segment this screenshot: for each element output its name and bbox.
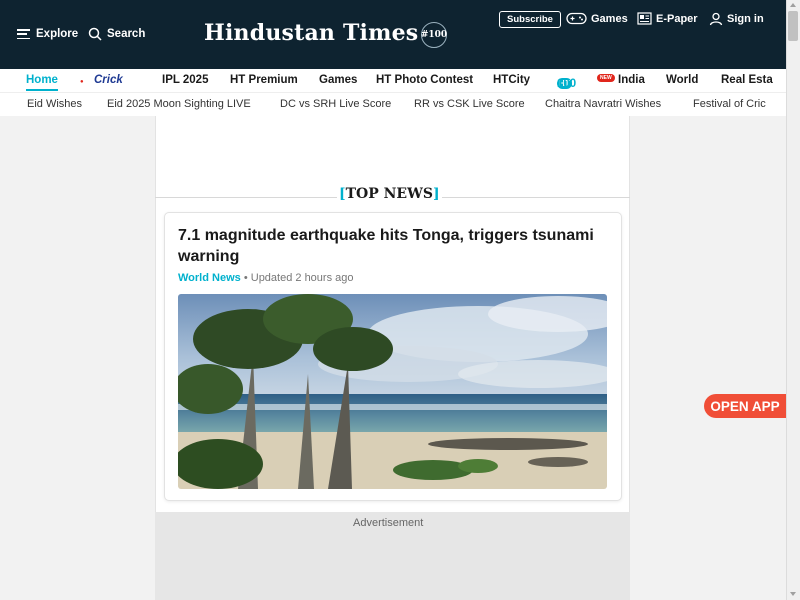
- trending-item[interactable]: DC vs SRH Live Score: [280, 98, 391, 110]
- nav-item-home[interactable]: Home: [26, 74, 58, 91]
- nav-item-cricket[interactable]: Crick: [94, 74, 123, 86]
- logo-anniversary-badge: #100: [421, 22, 447, 48]
- nav-item-ht-photo-contest[interactable]: HT Photo Contest: [376, 74, 473, 86]
- article-updated-time: Updated 2 hours ago: [250, 272, 354, 284]
- nav-item-world[interactable]: World: [666, 74, 698, 86]
- newspaper-icon: [637, 12, 652, 25]
- scrollbar-track[interactable]: [786, 0, 800, 600]
- site-logo[interactable]: Hindustan Times: [204, 20, 418, 46]
- cricket-ball-icon: ●: [80, 79, 84, 85]
- signin-label: Sign in: [727, 13, 764, 25]
- gamepad-icon: [566, 12, 587, 25]
- nav-item-htcity[interactable]: HTCity: [493, 74, 530, 86]
- search-label: Search: [107, 28, 146, 40]
- search-button[interactable]: Search: [88, 27, 145, 41]
- scroll-down-arrow-icon[interactable]: [790, 592, 796, 596]
- games-link[interactable]: Games: [566, 12, 628, 25]
- trending-item[interactable]: Festival of Cric: [693, 98, 766, 110]
- bracket-open: [: [339, 186, 346, 202]
- explore-menu-button[interactable]: Explore: [17, 28, 78, 40]
- scrollbar-thumb[interactable]: [788, 11, 798, 41]
- scroll-up-arrow-icon[interactable]: [790, 3, 796, 7]
- site-header: Explore Search Hindustan Times #100 Subs…: [0, 0, 786, 69]
- user-icon: [709, 12, 723, 26]
- new-badge: NEW: [597, 74, 615, 82]
- top-news-label: TOP NEWS: [345, 186, 433, 202]
- nav-item-ipl-2025[interactable]: IPL 2025: [162, 74, 208, 86]
- advertisement-label: Advertisement: [353, 517, 424, 529]
- nav-item-games[interactable]: Games: [319, 74, 357, 86]
- subscribe-button[interactable]: Subscribe: [499, 11, 561, 28]
- article-headline[interactable]: 7.1 magnitude earthquake hits Tonga, tri…: [178, 225, 598, 267]
- top-news-heading: [TOP NEWS]: [337, 186, 442, 202]
- bracket-close: ]: [432, 186, 440, 202]
- hamburger-icon: [17, 29, 30, 39]
- nav-item-real-estate[interactable]: Real Esta: [721, 74, 773, 86]
- epaper-label: E-Paper: [656, 12, 698, 25]
- meta-separator: •: [243, 272, 248, 284]
- trending-item[interactable]: RR vs CSK Live Score: [414, 98, 525, 110]
- nav-item-ht-premium[interactable]: HT Premium: [230, 74, 298, 86]
- trending-item[interactable]: Eid 2025 Moon Sighting LIVE: [107, 98, 251, 110]
- primary-nav: Home ● Crick IPL 2025 HT Premium Games H…: [0, 69, 786, 92]
- nav-item-india[interactable]: India: [618, 74, 645, 86]
- explore-label: Explore: [36, 28, 79, 40]
- epaper-link[interactable]: E-Paper: [637, 12, 698, 25]
- article-meta: World News • Updated 2 hours ago: [178, 272, 354, 284]
- trending-nav: Eid Wishes Eid 2025 Moon Sighting LIVE D…: [0, 92, 786, 116]
- search-icon: [88, 27, 102, 41]
- open-app-button[interactable]: OPEN APP: [704, 394, 786, 418]
- games-label: Games: [591, 12, 628, 25]
- signin-link[interactable]: Sign in: [709, 12, 764, 26]
- ht100-number: 100: [557, 78, 577, 90]
- trending-item[interactable]: Eid Wishes: [27, 98, 82, 110]
- article-image[interactable]: [178, 294, 607, 489]
- trending-item[interactable]: Chaitra Navratri Wishes: [545, 98, 661, 110]
- article-category-link[interactable]: World News: [178, 272, 241, 284]
